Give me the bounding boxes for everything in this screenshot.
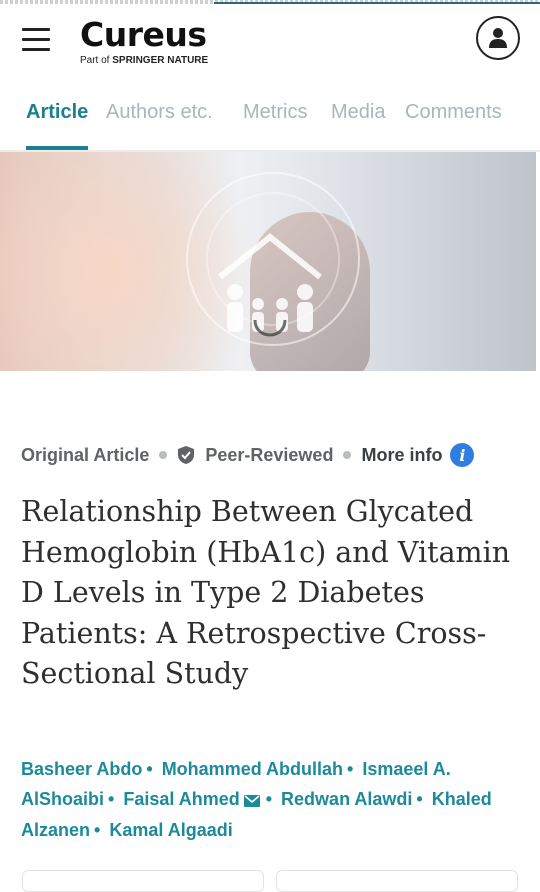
author-link[interactable]: Basheer Abdo bbox=[21, 759, 142, 779]
tab-metrics[interactable]: Metrics bbox=[243, 100, 307, 148]
user-icon bbox=[489, 28, 507, 48]
author-link[interactable]: Faisal Ahmed bbox=[123, 789, 239, 809]
info-icon[interactable]: i bbox=[450, 443, 475, 467]
more-info-link[interactable]: More info bbox=[361, 445, 442, 466]
logo-wordmark: Cureus bbox=[80, 15, 207, 54]
tab-comments[interactable]: Comments bbox=[405, 100, 502, 148]
cureus-logo[interactable]: Cureus Part of SPRINGER NATURE bbox=[80, 16, 208, 67]
menu-button[interactable] bbox=[22, 28, 50, 52]
tab-media[interactable]: Media bbox=[331, 100, 385, 148]
separator-dot bbox=[159, 451, 168, 459]
shield-check-icon bbox=[177, 445, 195, 465]
author-list: Basheer Abdo • Mohammed Abdullah • Ismaeel… bbox=[21, 759, 492, 840]
tab-authors[interactable]: Authors etc. bbox=[106, 100, 213, 148]
author-link[interactable]: Mohammed Abdullah bbox=[162, 759, 343, 779]
article-meta: Original Article Peer-Reviewed More info… bbox=[21, 442, 475, 468]
tab-article[interactable]: Article bbox=[26, 100, 89, 150]
article-tabs: Article Authors etc. Metrics Media Comme… bbox=[0, 80, 540, 152]
hamburger-icon bbox=[22, 28, 50, 31]
separator-dot bbox=[343, 451, 352, 459]
site-header: Cureus Part of SPRINGER NATURE bbox=[0, 4, 540, 80]
article-title: Relationship Between Glycated Hemoglobin… bbox=[21, 495, 511, 690]
bottom-card-left bbox=[22, 870, 264, 892]
bottom-card-right bbox=[276, 870, 518, 892]
family-home-icon bbox=[218, 233, 322, 337]
article-type: Original Article bbox=[21, 444, 150, 465]
logo-subtitle: Part of SPRINGER NATURE bbox=[80, 55, 209, 66]
article-hero-image bbox=[0, 152, 536, 371]
peer-reviewed-label: Peer-Reviewed bbox=[205, 444, 334, 465]
author-link[interactable]: Kamal Algaadi bbox=[109, 820, 232, 840]
author-link[interactable]: Redwan Alawdi bbox=[281, 789, 412, 809]
mail-icon[interactable] bbox=[243, 787, 260, 817]
profile-button[interactable] bbox=[476, 16, 520, 60]
